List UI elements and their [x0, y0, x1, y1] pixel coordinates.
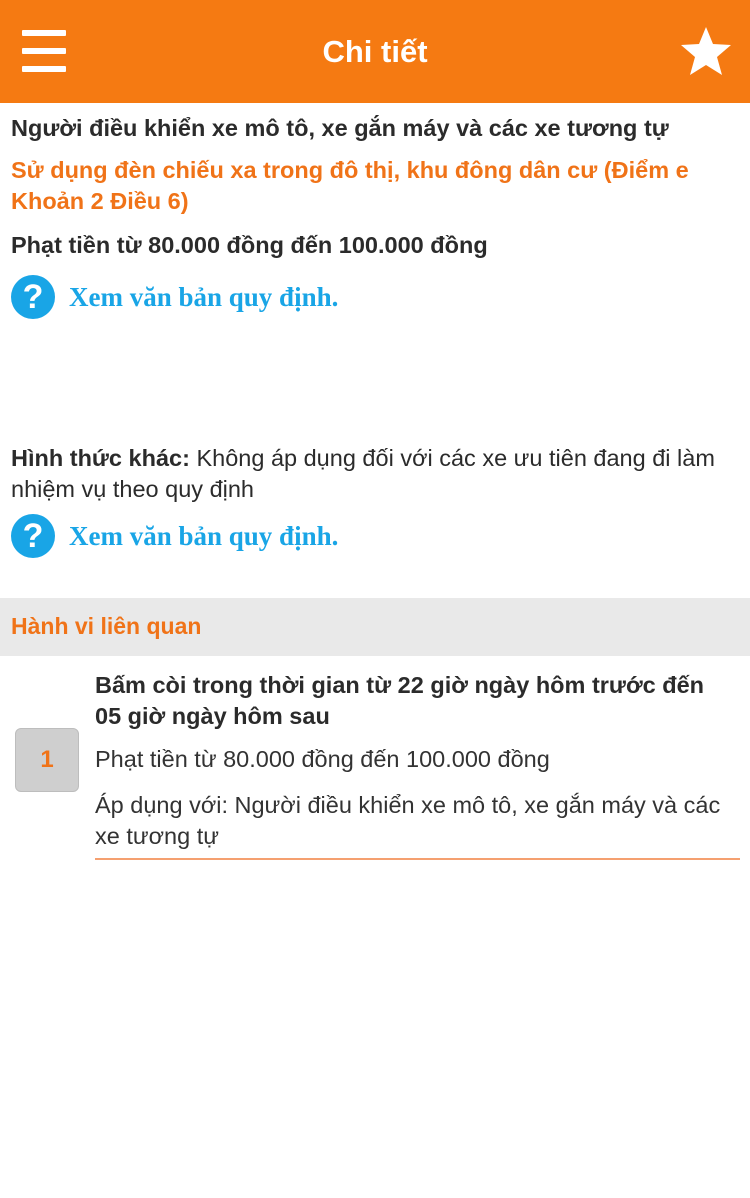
question-mark-icon: ? [11, 275, 55, 319]
item-divider [95, 858, 740, 860]
item-title: Bấm còi trong thời gian từ 22 giờ ngày h… [95, 672, 705, 729]
other-penalty: Hình thức khác: Không áp dụng đối với cá… [11, 443, 739, 505]
view-regulation-label: Xem văn bản quy định. [69, 281, 339, 312]
page-title: Chi tiết [322, 34, 428, 69]
star-icon[interactable] [678, 24, 734, 80]
question-mark-icon: ? [11, 514, 55, 558]
app-header: Chi tiết [0, 0, 750, 103]
item-number-badge: 1 [15, 728, 79, 792]
related-section-title: Hành vi liên quan [11, 613, 202, 639]
violation-title: Sử dụng đèn chiếu xa trong đô thị, khu đ… [11, 157, 689, 214]
related-section-header: Hành vi liên quan [0, 598, 750, 656]
item-fine: Phạt tiền từ 80.000 đồng đến 100.000 đồn… [95, 746, 550, 772]
view-regulation-link[interactable]: ? Xem văn bản quy định. [11, 275, 338, 319]
view-regulation-link-2[interactable]: ? Xem văn bản quy định. [11, 514, 338, 558]
vehicle-subject: Người điều khiển xe mô tô, xe gắn máy và… [11, 115, 669, 141]
other-penalty-label: Hình thức khác: [11, 445, 190, 471]
fine-text: Phạt tiền từ 80.000 đồng đến 100.000 đồn… [11, 232, 488, 258]
item-applies-to: Áp dụng với: Người điều khiển xe mô tô, … [95, 792, 721, 849]
view-regulation-label-2: Xem văn bản quy định. [69, 520, 339, 551]
list-item[interactable]: 1 Bấm còi trong thời gian từ 22 giờ ngày… [0, 656, 750, 866]
